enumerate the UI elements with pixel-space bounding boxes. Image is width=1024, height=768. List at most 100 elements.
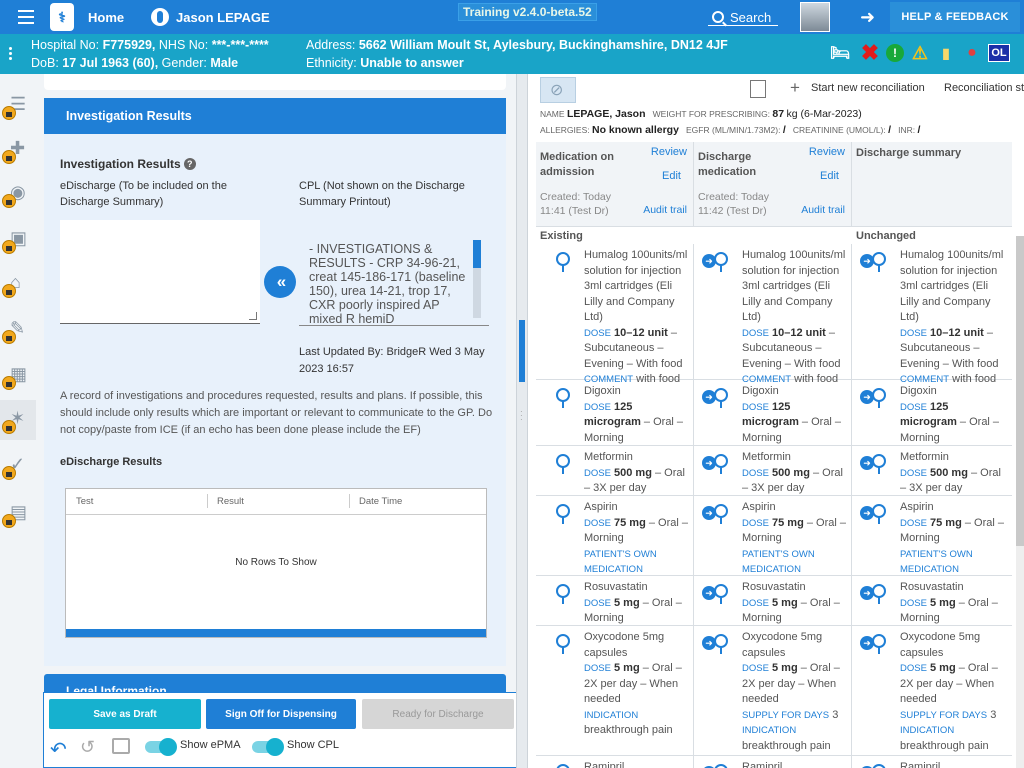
summary-med-cell[interactable]: ➜ Ramipril <box>852 756 1010 768</box>
medication-row[interactable]: Aspirin DOSE 75 mg – Oral – Morning PATIEN… <box>536 496 1012 576</box>
rail-edit-icon[interactable]: ✎ <box>0 310 36 350</box>
menu-icon[interactable] <box>18 0 36 34</box>
col-test[interactable]: Test <box>76 496 93 507</box>
dose-value: 5 mg <box>930 596 956 609</box>
link-icon[interactable] <box>540 77 576 103</box>
ready-for-discharge-button[interactable]: Ready for Discharge <box>362 699 514 729</box>
dose-value: 75 mg <box>614 516 646 529</box>
ol-badge[interactable]: OL <box>988 44 1010 62</box>
summary-med-cell[interactable]: ➜ Rosuvastatin DOSE 5 mg – Oral – Morning <box>852 576 1010 625</box>
plus-icon[interactable]: + <box>790 78 800 98</box>
med-name: Digoxin <box>900 385 937 397</box>
rail-camera-icon[interactable]: ▣ <box>0 220 36 260</box>
rail-home-icon[interactable]: ⌂ <box>0 264 36 304</box>
medication-row[interactable]: Metformin DOSE 500 mg – Oral – 3X per day… <box>536 446 1012 496</box>
arrow-right-icon: ➜ <box>702 390 716 404</box>
admission-med-cell[interactable]: Humalog 100units/ml solution for injecti… <box>536 244 694 385</box>
help-icon[interactable]: ? <box>183 158 196 170</box>
history-icon[interactable]: ↺ <box>80 737 95 758</box>
rail-clipboard-icon[interactable]: ▦ <box>0 356 36 396</box>
edischarge-label: eDischarge (To be included on the Discha… <box>60 180 227 208</box>
kebab-icon[interactable] <box>9 47 12 62</box>
admission-med-cell[interactable]: Digoxin DOSE 125 microgram – Oral – Morni… <box>536 380 694 445</box>
med-name: Rosuvastatin <box>742 581 806 593</box>
audit-discharge-link[interactable]: Audit trail <box>801 204 845 216</box>
discharge-med-cell[interactable]: ➜ Rosuvastatin DOSE 5 mg – Oral – Morning <box>694 576 852 625</box>
rail-table-icon[interactable]: ▤ <box>0 494 36 534</box>
review-discharge-link[interactable]: Review <box>809 146 845 158</box>
reconciliation-status[interactable]: Reconciliation status <box>944 82 1024 94</box>
lock-icon <box>2 194 16 208</box>
calculator-icon[interactable] <box>750 80 766 98</box>
sign-off-button[interactable]: Sign Off for Dispensing <box>206 699 356 729</box>
edit-discharge-link[interactable]: Edit <box>820 170 839 182</box>
med-name: Metformin <box>900 451 949 463</box>
rail-checklist-icon[interactable]: ✓ <box>0 446 36 486</box>
admission-med-cell[interactable]: Ramipril <box>536 756 694 768</box>
review-admission-link[interactable]: Review <box>651 146 687 158</box>
extra-value: breakthrough pain <box>742 739 831 752</box>
right-scrollbar[interactable] <box>1016 236 1024 768</box>
discharge-med-cell[interactable]: ➜ Metformin DOSE 500 mg – Oral – 3X per da… <box>694 446 852 495</box>
medication-icon <box>552 764 574 768</box>
bottle-icon[interactable]: ▮ <box>936 43 956 63</box>
warning-icon[interactable]: ⚠ <box>910 43 930 63</box>
search-button[interactable]: Search <box>712 0 771 34</box>
col-datetime[interactable]: Date Time <box>359 496 402 507</box>
resize-grip[interactable] <box>249 312 257 320</box>
medication-row[interactable]: Humalog 100units/ml solution for injecti… <box>536 244 1012 385</box>
rail-list-icon[interactable]: ☰ <box>0 86 36 126</box>
alert-icon[interactable]: ! <box>886 44 904 62</box>
splitter-scroll-thumb[interactable] <box>519 320 525 382</box>
admission-med-cell[interactable]: Rosuvastatin DOSE 5 mg – Oral – Morning <box>536 576 694 625</box>
medication-row[interactable]: Oxycodone 5mg capsules DOSE 5 mg – Oral –… <box>536 626 1012 756</box>
summary-med-cell[interactable]: ➜ Metformin DOSE 500 mg – Oral – 3X per da… <box>852 446 1010 495</box>
save-draft-button[interactable]: Save as Draft <box>49 699 201 729</box>
splitter-grip[interactable]: · · · <box>520 408 523 424</box>
undo-icon[interactable]: ↶ <box>50 737 67 762</box>
med-name: Humalog 100units/ml solution for injecti… <box>584 249 688 323</box>
edischarge-textarea[interactable] <box>60 220 260 324</box>
summary-med-cell[interactable]: ➜ Oxycodone 5mg capsules DOSE 5 mg – Oral … <box>852 626 1010 755</box>
admission-med-cell[interactable]: Metformin DOSE 500 mg – Oral – 3X per day <box>536 446 694 495</box>
discharge-column-header: Discharge medication Review Edit Created… <box>694 142 852 226</box>
copy-left-button[interactable]: « <box>264 266 296 298</box>
home-link[interactable]: Home <box>88 0 124 34</box>
cross-icon[interactable]: ✖ <box>860 40 880 65</box>
medication-row[interactable]: Digoxin DOSE 125 microgram – Oral – Morni… <box>536 380 1012 446</box>
pane-splitter[interactable]: · · · <box>516 74 528 768</box>
pill-icon[interactable]: ● <box>962 43 982 63</box>
patient-summary-row2: ALLERGIES: No known allergy EGFR (ML/MIN… <box>540 124 921 136</box>
audit-admission-link[interactable]: Audit trail <box>643 204 687 216</box>
print-icon[interactable] <box>112 738 130 754</box>
rail-walk-icon[interactable]: ✶ <box>0 400 36 440</box>
medication-row[interactable]: Rosuvastatin DOSE 5 mg – Oral – Morning ➜ R… <box>536 576 1012 626</box>
medication-row[interactable]: Ramipril ➜ Ramipril ➜ Ramipril <box>536 756 1012 768</box>
admission-med-cell[interactable]: Oxycodone 5mg capsules DOSE 5 mg – Oral –… <box>536 626 694 755</box>
edit-admission-link[interactable]: Edit <box>662 170 681 182</box>
show-cpl-toggle[interactable] <box>252 738 284 756</box>
summary-med-cell[interactable]: ➜ Aspirin DOSE 75 mg – Oral – Morning PATIE… <box>852 496 1010 575</box>
summary-med-cell[interactable]: ➜ Digoxin DOSE 125 microgram – Oral – Morn… <box>852 380 1010 445</box>
rail-plus-icon[interactable]: ✚ <box>0 130 36 170</box>
patient-name[interactable]: Jason LEPAGE <box>176 0 270 34</box>
cpl-scrollbar[interactable] <box>473 240 481 318</box>
med-name: Aspirin <box>584 501 618 513</box>
summary-med-cell[interactable]: ➜ Humalog 100units/ml solution for inject… <box>852 244 1010 385</box>
supply-keyword: SUPPLY FOR DAYS <box>900 709 988 721</box>
start-reconciliation-button[interactable]: Start new reconciliation <box>811 82 925 94</box>
col-result[interactable]: Result <box>217 496 244 507</box>
discharge-med-cell[interactable]: ➜ Humalog 100units/ml solution for inject… <box>694 244 852 385</box>
help-feedback-button[interactable]: HELP & FEEDBACK <box>890 2 1020 32</box>
rail-stethoscope-icon[interactable]: ◉ <box>0 174 36 214</box>
avatar[interactable] <box>800 0 830 34</box>
discharge-med-cell[interactable]: ➜ Digoxin DOSE 125 microgram – Oral – Morn… <box>694 380 852 445</box>
cpl-text-box[interactable]: - INVESTIGATIONS & RESULTS - CRP 34-96-2… <box>299 240 489 326</box>
admission-med-cell[interactable]: Aspirin DOSE 75 mg – Oral – Morning PATIEN… <box>536 496 694 575</box>
show-epma-toggle[interactable] <box>145 738 177 756</box>
discharge-med-cell[interactable]: ➜ Ramipril <box>694 756 852 768</box>
discharge-med-cell[interactable]: ➜ Oxycodone 5mg capsules DOSE 5 mg – Oral … <box>694 626 852 755</box>
bed-icon[interactable]: 🛏 <box>826 43 854 63</box>
logout-icon[interactable]: ➜ <box>860 0 880 34</box>
discharge-med-cell[interactable]: ➜ Aspirin DOSE 75 mg – Oral – Morning PATIE… <box>694 496 852 575</box>
